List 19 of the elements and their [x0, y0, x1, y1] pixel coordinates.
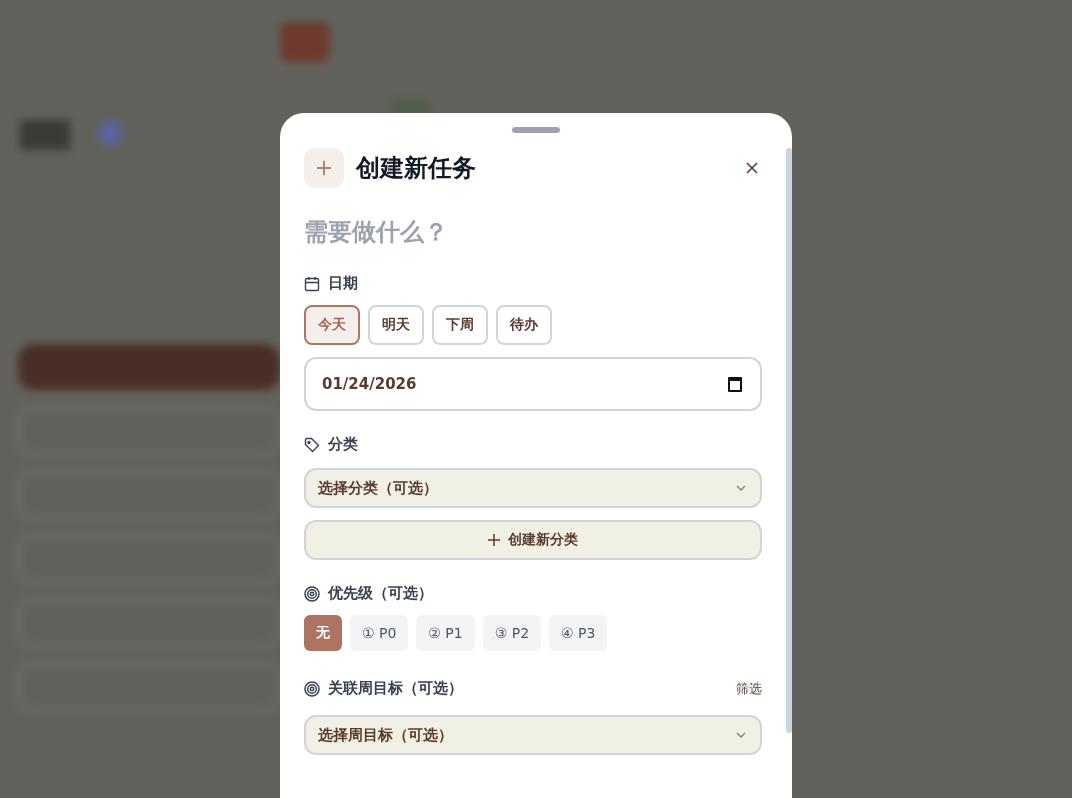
date-option[interactable]: 待办 — [496, 305, 552, 345]
section-label: 关联周目标（可选） — [328, 679, 464, 698]
section-label: 优先级（可选） — [328, 584, 434, 603]
date-field[interactable]: 01/24/2026 — [304, 357, 762, 411]
filter-link[interactable]: 筛选 — [736, 679, 762, 698]
section-label: 分类 — [328, 435, 359, 454]
section-label: 日期 — [328, 274, 359, 293]
date-option[interactable]: 今天 — [304, 305, 360, 345]
priority-option[interactable]: ③ P2 — [482, 615, 542, 651]
dialog-title: 创建新任务 — [356, 153, 477, 184]
weekly-goal-select[interactable]: 选择周目标（可选） — [304, 715, 762, 755]
priority-option[interactable]: 无 — [304, 615, 342, 651]
priority-option[interactable]: ① P0 — [350, 615, 409, 651]
priority-option[interactable]: ② P1 — [416, 615, 475, 651]
date-option[interactable]: 下周 — [432, 305, 488, 345]
priority-option[interactable]: ④ P3 — [549, 615, 608, 651]
create-category-button[interactable]: 创建新分类 — [304, 520, 762, 560]
date-option[interactable]: 明天 — [368, 305, 424, 345]
category-select[interactable]: 选择分类（可选） — [304, 468, 762, 508]
